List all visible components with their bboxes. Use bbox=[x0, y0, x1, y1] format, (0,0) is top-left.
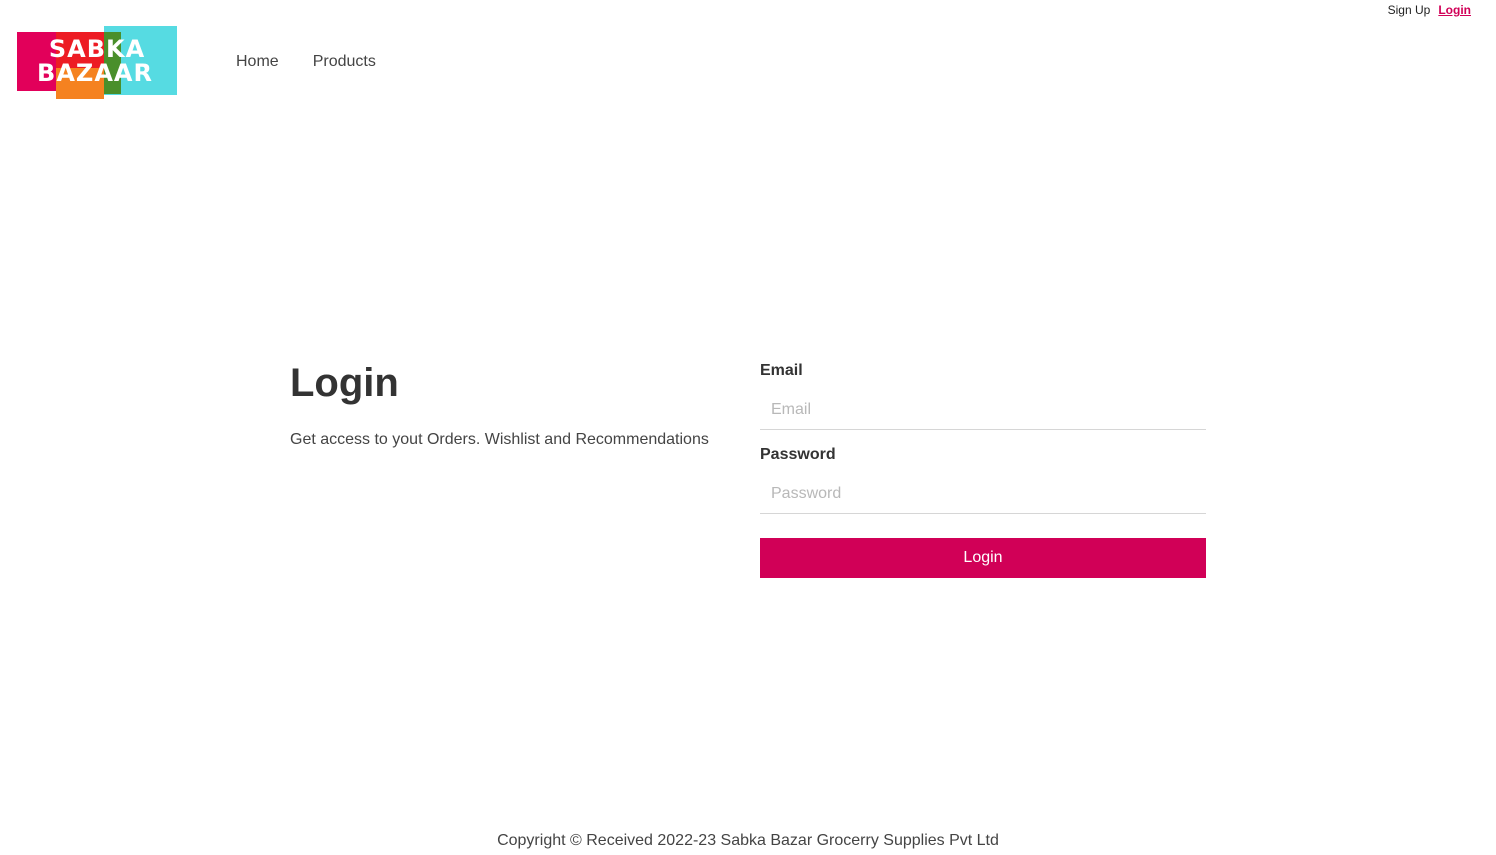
password-label: Password bbox=[760, 446, 836, 463]
page-title: Login bbox=[290, 361, 399, 405]
login-form: Email Password Login bbox=[760, 361, 1206, 578]
main-nav: Home Products bbox=[236, 53, 376, 71]
logo-text-line1: SABKA bbox=[48, 35, 146, 63]
sabka-bazaar-logo[interactable]: SABKA BAZAAR bbox=[17, 26, 177, 99]
login-link[interactable]: Login bbox=[1438, 3, 1471, 17]
password-field[interactable] bbox=[760, 465, 1206, 514]
login-intro: Login Get access to yout Orders. Wishlis… bbox=[290, 357, 730, 449]
email-label: Email bbox=[760, 362, 803, 379]
footer-copyright: Copyright © Received 2022-23 Sabka Bazar… bbox=[497, 832, 999, 849]
logo-text-line2: BAZAAR bbox=[37, 59, 153, 87]
account-links: Sign Up Login bbox=[1388, 3, 1471, 17]
signup-link[interactable]: Sign Up bbox=[1388, 3, 1431, 17]
nav-products[interactable]: Products bbox=[313, 53, 376, 71]
email-field[interactable] bbox=[760, 381, 1206, 430]
nav-home[interactable]: Home bbox=[236, 53, 279, 71]
email-field-group: Email bbox=[760, 361, 1206, 430]
logo-text: SABKA BAZAAR bbox=[17, 37, 177, 85]
password-field-group: Password bbox=[760, 445, 1206, 514]
login-subtitle: Get access to yout Orders. Wishlist and … bbox=[290, 431, 709, 448]
login-button[interactable]: Login bbox=[760, 538, 1206, 578]
